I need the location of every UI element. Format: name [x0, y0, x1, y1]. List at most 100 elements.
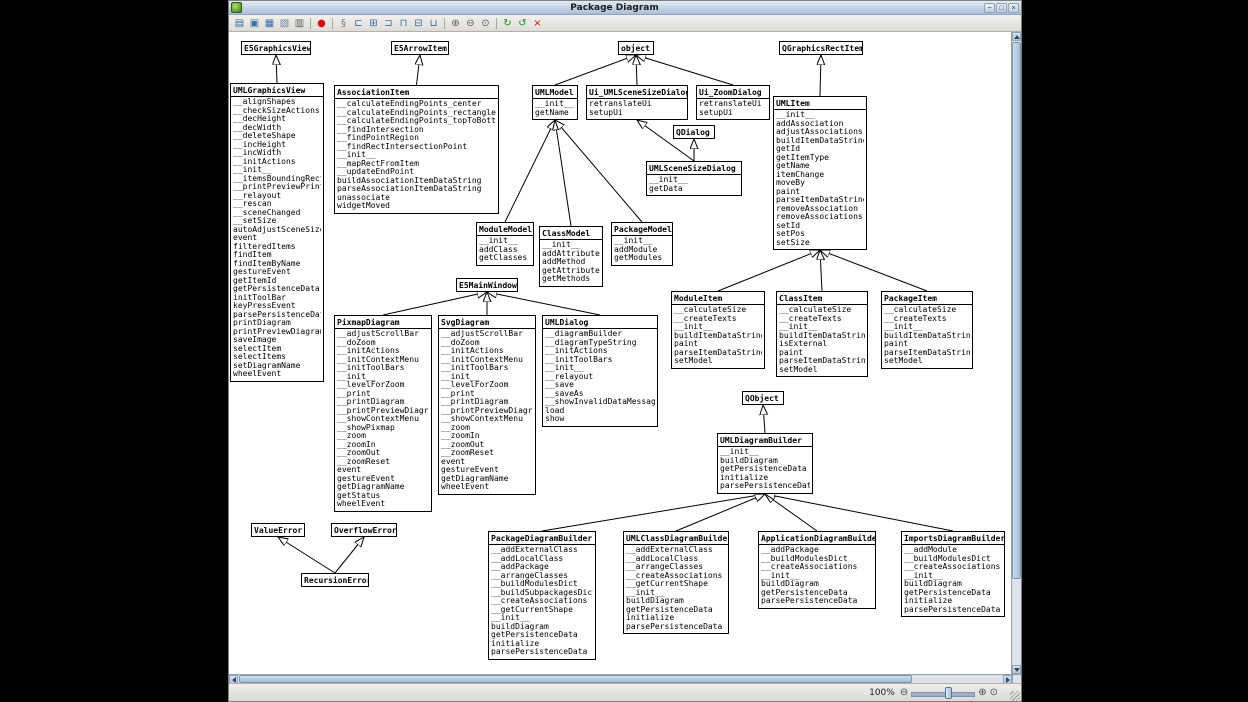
stop-icon[interactable]: ● — [314, 16, 329, 30]
titlebar[interactable]: Package Diagram − □ × — [229, 1, 1021, 15]
print-preview-icon[interactable]: ▥ — [292, 16, 307, 30]
uml-class-e5graphicsview[interactable]: E5GraphicsView — [241, 41, 311, 55]
zoom-out-icon[interactable]: ⊖ — [900, 687, 908, 699]
uml-class-ui_zoomdialog[interactable]: Ui_ZoomDialogretranslateUisetupUi — [696, 85, 770, 120]
uml-class-packageitem[interactable]: PackageItem__calculateSize__createTexts_… — [881, 291, 973, 369]
uml-class-packagediagrambuilder[interactable]: PackageDiagramBuilder__addExternalClass_… — [488, 531, 596, 660]
uml-class-umlgraphicsview[interactable]: UMLGraphicsView__alignShapes__checkSizeA… — [230, 83, 324, 382]
uml-member: getPersistenceData — [233, 285, 321, 294]
print-icon[interactable]: ▤ — [232, 16, 247, 30]
zoom-slider-handle[interactable] — [945, 687, 952, 699]
uml-class-object[interactable]: object — [618, 41, 654, 55]
uml-class-svgdiagram[interactable]: SvgDiagram__adjustScrollBar__doZoom__ini… — [438, 315, 536, 495]
uml-class-recursionerror[interactable]: RecursionError — [301, 573, 369, 587]
horizontal-scrollbar-thumb[interactable] — [239, 675, 912, 683]
delete-icon[interactable]: × — [530, 16, 545, 30]
uml-class-umldiagrambuilder[interactable]: UMLDiagramBuilder__init__buildDiagramget… — [717, 433, 813, 494]
uml-class-moduleitem[interactable]: ModuleItem__calculateSize__createTexts__… — [671, 291, 765, 369]
zoom-reset-icon[interactable]: ⊙ — [478, 16, 493, 30]
diagram-canvas[interactable]: E5GraphicsView E5ArrowItem object QGraphics… — [229, 32, 1011, 674]
zoom-out-icon[interactable]: ⊖ — [463, 16, 478, 30]
uml-member: __showPixmap — [337, 424, 429, 433]
horizontal-scrollbar-track[interactable] — [238, 675, 1003, 683]
zoom-slider[interactable] — [911, 687, 975, 699]
uml-class-qobject[interactable]: QObject — [742, 391, 784, 405]
uml-class-name: object — [619, 42, 653, 54]
uml-class-name: UMLGraphicsView — [231, 84, 323, 97]
uml-class-umldialog[interactable]: UMLDialog__diagramBuilder__diagramTypeSt… — [542, 315, 658, 427]
uml-member: __showContextMenu — [441, 415, 533, 424]
align-bottom-icon[interactable]: ⊔ — [426, 16, 441, 30]
relayout-icon[interactable]: ↺ — [515, 16, 530, 30]
uml-member: getClasses — [479, 254, 531, 263]
scroll-down-icon[interactable] — [1012, 665, 1021, 674]
uml-member: paint — [776, 188, 864, 197]
uml-class-pixmapdiagram[interactable]: PixmapDiagram__adjustScrollBar__doZoom__… — [334, 315, 432, 512]
uml-class-umlitem[interactable]: UMLItem__init__addAssociationadjustAssoc… — [773, 96, 867, 250]
uml-member: __adjustScrollBar — [441, 330, 533, 339]
inheritance-edge — [417, 55, 421, 85]
uml-member: getName — [535, 109, 575, 118]
uml-class-ui_umlscenesizedialog[interactable]: Ui_UMLSceneSizeDialogretranslateUisetupU… — [586, 85, 688, 120]
align-top-icon[interactable]: ⊓ — [396, 16, 411, 30]
uml-class-umlmodel[interactable]: UMLModel__init__getName — [532, 85, 578, 120]
uml-member: load — [545, 407, 655, 416]
align-center-horizontal-icon[interactable]: ⊞ — [366, 16, 381, 30]
uml-member: __init__ — [337, 373, 429, 382]
resize-grip[interactable] — [1010, 691, 1020, 701]
uml-member: show — [545, 415, 655, 424]
app-window: Package Diagram − □ × ▤▣▦▧▥●§⊏⊞⊐⊓⊟⊔⊕⊖⊙↻↺… — [228, 0, 1022, 702]
horizontal-scrollbar[interactable] — [229, 674, 1012, 683]
maximize-button[interactable]: □ — [996, 3, 1007, 13]
close-button[interactable]: × — [1008, 3, 1019, 13]
vertical-scrollbar-track[interactable] — [1012, 41, 1021, 665]
uml-member: __createTexts — [884, 315, 970, 324]
uml-member: __createAssociations — [761, 563, 873, 572]
vertical-scrollbar-thumb[interactable] — [1012, 42, 1021, 579]
inheritance-edge — [383, 292, 487, 315]
uml-class-e5arrowitem[interactable]: E5ArrowItem — [391, 41, 449, 55]
uml-class-importsdiagrambuilder[interactable]: ImportsDiagramBuilder__addModule__buildM… — [901, 531, 1005, 617]
uml-class-associationitem[interactable]: AssociationItem__calculateEndingPoints_c… — [334, 85, 499, 214]
align-right-icon[interactable]: ⊐ — [381, 16, 396, 30]
uml-class-classitem[interactable]: ClassItem__calculateSize__createTexts__i… — [776, 291, 868, 377]
uml-member: __createAssociations — [491, 597, 593, 606]
save-image-icon[interactable]: ▧ — [277, 16, 292, 30]
paperclip-icon[interactable]: § — [336, 16, 351, 30]
zoom-in-icon[interactable]: ⊕ — [978, 687, 986, 699]
uml-member: buildDiagram — [761, 580, 873, 589]
zoom-slider-track[interactable] — [911, 692, 975, 697]
refresh-icon[interactable]: ↻ — [500, 16, 515, 30]
uml-class-applicationdiagrambuilder[interactable]: ApplicationDiagramBuilder__addPackage__b… — [758, 531, 876, 609]
zoom-reset-icon[interactable]: ⊙ — [990, 687, 998, 699]
uml-class-e5mainwindow[interactable]: E5MainWindow — [456, 278, 518, 292]
uml-member: __incHeight — [233, 141, 321, 150]
uml-member: buildDiagram — [491, 623, 593, 632]
uml-member: selectItems — [233, 353, 321, 362]
align-left-icon[interactable]: ⊏ — [351, 16, 366, 30]
uml-class-valueerror[interactable]: ValueError — [251, 523, 305, 537]
minimize-button[interactable]: − — [984, 3, 995, 13]
save-as-icon[interactable]: ▦ — [262, 16, 277, 30]
inheritance-edge — [555, 55, 636, 85]
uml-class-umlscenesizedialog[interactable]: UMLSceneSizeDialog__init__getData — [646, 161, 742, 196]
uml-class-umlclassdiagrambuilder[interactable]: UMLClassDiagramBuilder__addExternalClass… — [623, 531, 729, 634]
uml-class-packagemodel[interactable]: PackageModel__init__addModulegetModules — [611, 222, 673, 266]
inheritance-edge — [820, 250, 822, 291]
uml-class-overflowerror[interactable]: OverflowError — [331, 523, 397, 537]
align-center-vertical-icon[interactable]: ⊟ — [411, 16, 426, 30]
uml-member: __addLocalClass — [491, 555, 593, 564]
zoom-in-icon[interactable]: ⊕ — [448, 16, 463, 30]
uml-class-qgraphicsrectitem[interactable]: QGraphicsRectItem — [779, 41, 863, 55]
uml-class-qdialog[interactable]: QDialog — [673, 125, 715, 139]
vertical-scrollbar[interactable] — [1011, 32, 1021, 674]
uml-class-classmodel[interactable]: ClassModel__init__addAttributeaddMethodg… — [539, 226, 603, 287]
save-icon[interactable]: ▣ — [247, 16, 262, 30]
uml-member: __buildModulesDict — [904, 555, 1002, 564]
uml-member: getPersistenceData — [904, 589, 1002, 598]
uml-member: setSize — [776, 239, 864, 248]
uml-member: __diagramTypeString — [545, 339, 655, 348]
uml-class-modulemodel[interactable]: ModuleModel__init__addClassgetClasses — [476, 222, 534, 266]
scroll-up-icon[interactable] — [1012, 32, 1021, 41]
uml-class-members: __init__buildDiagramgetPersistenceDatain… — [718, 447, 812, 493]
